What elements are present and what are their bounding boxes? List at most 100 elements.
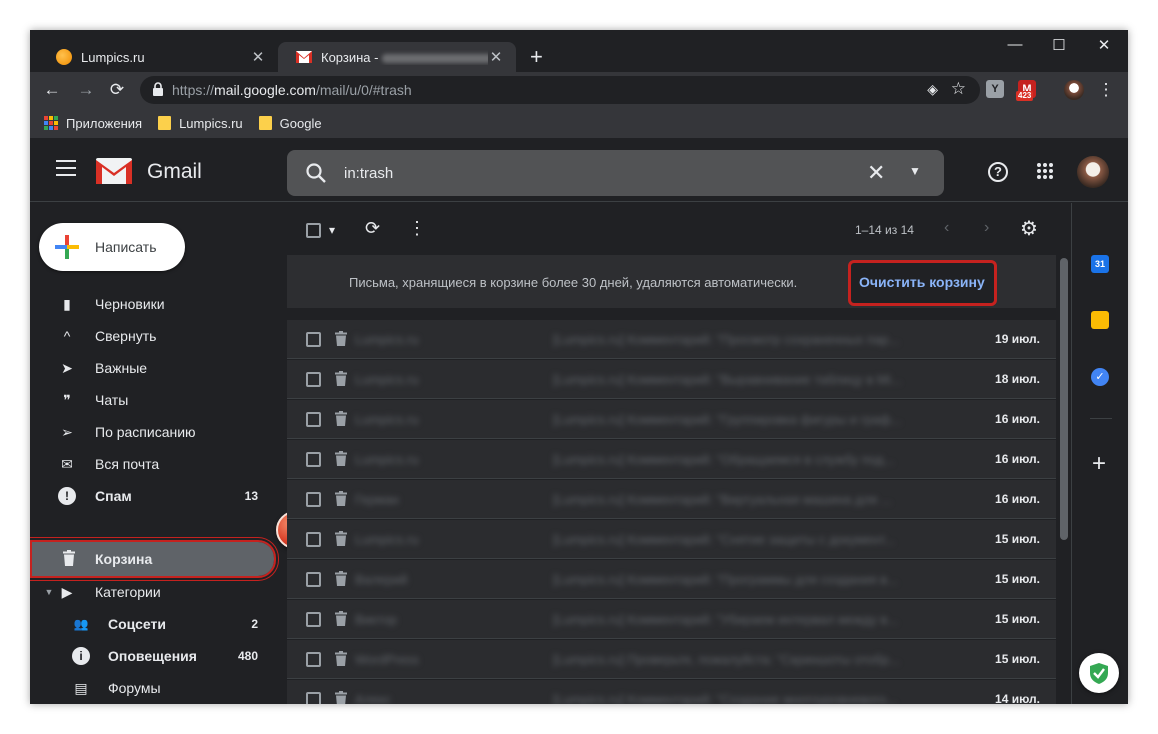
browser-toolbar: ← → ⟳ https://mail.google.com/mail/u/0/#… [30, 72, 1128, 108]
forward-button[interactable]: → [76, 80, 96, 100]
select-options-chevron-icon[interactable]: ▾ [329, 223, 335, 237]
main-menu-icon[interactable] [56, 160, 76, 180]
gmail-logo-icon [96, 158, 132, 184]
table-row[interactable]: Lumpics.ru [Lumpics.ru] Комментарий: "Гру… [287, 400, 1056, 439]
tasks-icon[interactable]: ✓ [1091, 368, 1109, 386]
table-row[interactable]: WordPress [Lumpics.ru] Проверьте, пожалуй… [287, 640, 1056, 679]
sidebar-item-all-mail[interactable]: ✉ Вся почта [30, 448, 286, 480]
side-panel: 31 ✓ + [1071, 203, 1128, 704]
row-checkbox[interactable] [306, 692, 321, 704]
sidebar-item-collapse[interactable]: ^ Свернуть [30, 320, 286, 352]
new-tab-button[interactable]: + [530, 44, 543, 70]
table-row[interactable]: Lumpics.ru [Lumpics.ru] Комментарий: "Про… [287, 320, 1056, 359]
sidebar-item-social[interactable]: 👥 Соцсети 2 [30, 608, 286, 640]
clear-search-icon[interactable]: ✕ [867, 160, 885, 186]
trash-icon[interactable] [335, 331, 347, 346]
table-row[interactable]: Виктор [Lumpics.ru] Комментарий: "Убираем… [287, 600, 1056, 639]
search-icon[interactable] [305, 162, 327, 184]
sidebar-item-drafts[interactable]: ▮ Черновики [30, 288, 286, 320]
tab-close-icon[interactable]: ✕ [250, 48, 266, 66]
more-options-icon[interactable]: ⋮ [408, 218, 426, 239]
sidebar-item-chats[interactable]: ❞ Чаты [30, 384, 286, 416]
tracking-eye-icon[interactable]: ◈ [927, 81, 938, 98]
compose-button[interactable]: Написать [39, 223, 185, 271]
table-row[interactable]: Герман [Lumpics.ru] Комментарий: "Виртуал… [287, 480, 1056, 519]
sidebar-item-scheduled[interactable]: ➢ По расписанию [30, 416, 286, 448]
trash-icon[interactable] [335, 451, 347, 466]
address-bar[interactable]: https://mail.google.com/mail/u/0/#trash … [140, 76, 980, 104]
row-checkbox[interactable] [306, 332, 321, 347]
help-icon[interactable]: ? [988, 162, 1008, 182]
refresh-icon[interactable]: ⟳ [365, 218, 380, 239]
google-apps-icon[interactable] [1037, 163, 1053, 179]
trash-icon[interactable] [335, 611, 347, 626]
sidebar-item-spam[interactable]: ! Спам 13 [30, 480, 286, 512]
tab-trash[interactable]: Корзина - ✕ [278, 42, 516, 72]
reload-button[interactable]: ⟳ [107, 80, 127, 100]
row-checkbox[interactable] [306, 532, 321, 547]
row-checkbox[interactable] [306, 572, 321, 587]
empty-trash-button[interactable]: Очистить корзину [848, 260, 997, 306]
tab-lumpics[interactable]: Lumpics.ru ✕ [38, 42, 278, 72]
bookmark-apps[interactable]: Приложения [44, 116, 142, 131]
row-checkbox[interactable] [306, 612, 321, 627]
tab-strip: Lumpics.ru ✕ Корзина - ✕ + — ☐ ✕ [30, 30, 1128, 72]
url-text: https://mail.google.com/mail/u/0/#trash [172, 82, 412, 98]
table-row[interactable]: Lumpics.ru [Lumpics.ru] Комментарий: "Обр… [287, 440, 1056, 479]
trash-icon[interactable] [335, 411, 347, 426]
row-checkbox[interactable] [306, 412, 321, 427]
bookmark-star-icon[interactable]: ☆ [951, 79, 966, 99]
trash-icon[interactable] [335, 691, 347, 704]
trash-icon[interactable] [335, 371, 347, 386]
scrollbar-thumb[interactable] [1060, 258, 1068, 540]
row-checkbox[interactable] [306, 372, 321, 387]
trash-icon[interactable] [335, 531, 347, 546]
search-options-chevron-icon[interactable]: ▼ [909, 164, 921, 178]
profile-avatar[interactable] [1064, 80, 1084, 100]
next-page-chevron-icon[interactable]: › [984, 219, 989, 237]
select-all-checkbox[interactable] [306, 223, 321, 238]
table-row[interactable]: Lumpics.ru [Lumpics.ru] Комментарий: "Выр… [287, 360, 1056, 399]
table-row[interactable]: Алекс [Lumpics.ru] Комментарий: "Создание… [287, 680, 1056, 704]
bookmark-label: Приложения [66, 115, 143, 131]
keep-icon[interactable] [1091, 311, 1109, 329]
maximize-button[interactable]: ☐ [1049, 36, 1069, 54]
search-input[interactable]: in:trash [344, 165, 393, 182]
browser-menu-icon[interactable]: ⋮ [1096, 80, 1116, 100]
bookmark-google[interactable]: Google [258, 116, 322, 131]
table-row[interactable]: Валерий [Lumpics.ru] Комментарий: "Програ… [287, 560, 1056, 599]
row-checkbox[interactable] [306, 452, 321, 467]
sidebar-item-updates[interactable]: i Оповещения 480 [30, 640, 286, 672]
shield-extension-icon[interactable] [1079, 653, 1119, 693]
sidebar-item-important[interactable]: ➤ Важные [30, 352, 286, 384]
sidebar-item-forums[interactable]: ▤ Форумы [30, 672, 286, 704]
account-avatar[interactable] [1077, 156, 1109, 188]
minimize-button[interactable]: — [1005, 36, 1025, 53]
bookmark-lumpics[interactable]: Lumpics.ru [158, 116, 243, 131]
trash-icon[interactable] [335, 491, 347, 506]
back-button[interactable]: ← [42, 80, 62, 100]
search-bar[interactable]: in:trash ✕ ▼ [287, 150, 944, 196]
trash-notice-bar: Письма, хранящиеся в корзине более 30 дн… [287, 255, 1056, 308]
table-row[interactable]: Lumpics.ru [Lumpics.ru] Комментарий: "Сня… [287, 520, 1056, 559]
tab-title: Корзина - [321, 50, 488, 65]
email-subject: [Lumpics.ru] Комментарий: "Выравнивание … [553, 372, 902, 387]
row-checkbox[interactable] [306, 652, 321, 667]
unread-count: 13 [244, 489, 258, 503]
trash-icon[interactable] [335, 651, 347, 666]
mail-checker-extension-icon[interactable]: M 423 [1016, 80, 1036, 101]
bookmarks-bar: Приложения Lumpics.ru Google [30, 108, 1128, 138]
settings-gear-icon[interactable]: ⚙ [1020, 216, 1038, 241]
calendar-icon[interactable]: 31 [1091, 255, 1109, 273]
prev-page-chevron-icon[interactable]: ‹ [944, 219, 949, 237]
yandex-extension-icon[interactable]: Y [986, 80, 1004, 98]
add-addon-icon[interactable]: + [1092, 450, 1106, 478]
sidebar-item-categories[interactable]: ▼ ▶ Категории [30, 576, 286, 608]
email-date: 15 июл. [995, 532, 1040, 546]
sidebar-item-trash[interactable]: Корзина [30, 540, 276, 578]
scrollbar[interactable] [1060, 203, 1068, 704]
close-window-button[interactable]: ✕ [1094, 36, 1114, 54]
tab-close-icon[interactable]: ✕ [488, 48, 504, 66]
row-checkbox[interactable] [306, 492, 321, 507]
trash-icon[interactable] [335, 571, 347, 586]
